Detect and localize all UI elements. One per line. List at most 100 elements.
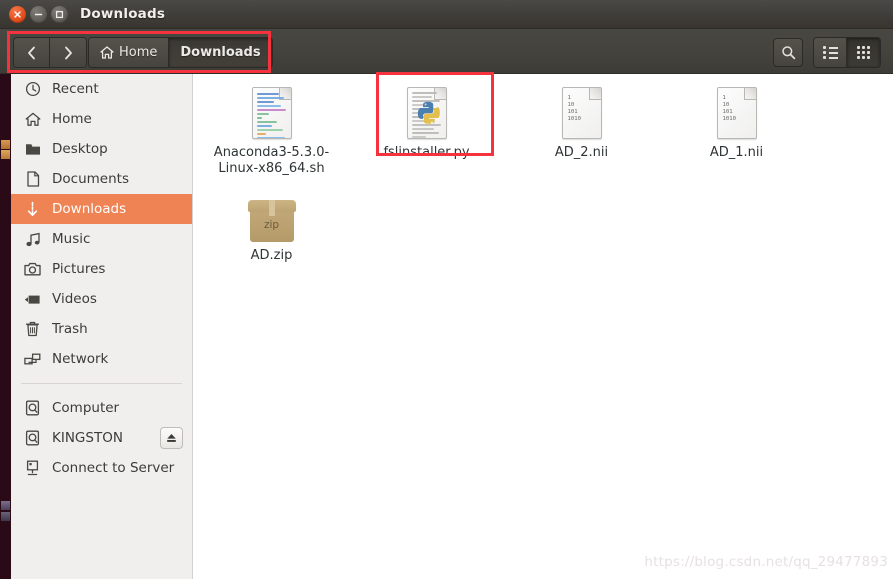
binary-line: 1010 <box>722 116 736 122</box>
sidebar-label-trash: Trash <box>52 321 88 337</box>
unity-launcher-strip[interactable] <box>0 28 11 579</box>
binary-file-icon: 1 10 101 1010 <box>716 87 757 139</box>
sidebar-item-home[interactable]: Home <box>11 104 192 134</box>
archive-icon: zip <box>247 198 296 242</box>
watermark-text: https://blog.csdn.net/qq_29477893 <box>644 554 888 570</box>
launcher-icon-4[interactable] <box>1 512 10 521</box>
launcher-icon-2[interactable] <box>1 150 10 159</box>
file-name-label: AD_2.nii <box>554 145 609 160</box>
breadcrumb-label-downloads: Downloads <box>180 45 261 60</box>
forward-button[interactable] <box>50 38 86 67</box>
binary-line: 101 <box>567 109 578 115</box>
sidebar-label-home: Home <box>52 111 92 127</box>
file-name-label: Anaconda3-5.3.0-Linux-x86_64.sh <box>213 145 330 176</box>
binary-line: 10 <box>567 102 575 108</box>
grid-view-icon[interactable] <box>847 38 880 67</box>
breadcrumb: Home Downloads <box>88 37 273 68</box>
view-mode-toggle <box>813 37 881 68</box>
sidebar-item-music[interactable]: Music <box>11 224 192 254</box>
sidebar-divider <box>21 383 182 384</box>
sidebar-label-kingston: KINGSTON <box>52 430 123 446</box>
clock-icon <box>24 81 41 98</box>
toolbar-right-group <box>773 37 881 68</box>
network-icon <box>24 351 41 368</box>
archive-type-label: zip <box>263 219 280 231</box>
breadcrumb-item-home[interactable]: Home <box>89 38 170 67</box>
title-bar: Downloads <box>0 0 893 29</box>
sidebar-item-downloads[interactable]: Downloads <box>11 194 192 224</box>
window-title: Downloads <box>80 6 166 22</box>
binary-line: 10 <box>722 102 730 108</box>
back-button[interactable] <box>14 38 50 67</box>
binary-line: 1 <box>567 95 571 101</box>
list-view-icon[interactable] <box>814 38 847 67</box>
sidebar-item-trash[interactable]: Trash <box>11 314 192 344</box>
file-icon-wrapper <box>251 83 292 139</box>
sidebar-label-connect-to-server: Connect to Server <box>52 460 175 476</box>
document-icon <box>24 171 41 188</box>
search-icon[interactable] <box>773 38 803 67</box>
file-grid: Anaconda3-5.3.0-Linux-x86_64.sh fslinsta… <box>194 74 893 264</box>
file-icon-wrapper: 1 10 101 1010 <box>561 83 602 139</box>
file-list-view[interactable]: Anaconda3-5.3.0-Linux-x86_64.sh fslinsta… <box>194 74 893 579</box>
file-item[interactable]: fslinstaller.py <box>349 74 504 177</box>
code-lines <box>256 93 288 138</box>
page-fold <box>588 88 601 100</box>
sidebar-item-videos[interactable]: Videos <box>11 284 192 314</box>
file-item[interactable]: 1 10 101 1010 AD_1.nii <box>659 74 814 177</box>
binary-file-icon: 1 10 101 1010 <box>561 87 602 139</box>
binary-line: 1010 <box>567 116 581 122</box>
minimize-icon[interactable] <box>30 6 47 23</box>
home-icon <box>100 46 114 59</box>
sidebar-label-documents: Documents <box>52 171 129 187</box>
sidebar-label-downloads: Downloads <box>52 201 127 217</box>
home-icon <box>24 111 41 128</box>
file-item[interactable]: Anaconda3-5.3.0-Linux-x86_64.sh <box>194 74 349 177</box>
file-name-label: AD.zip <box>250 248 293 263</box>
file-icon-wrapper: 1 10 101 1010 <box>716 83 757 139</box>
camera-icon <box>24 261 41 278</box>
launcher-icon-3[interactable] <box>1 501 10 510</box>
breadcrumb-item-downloads[interactable]: Downloads <box>169 38 272 67</box>
file-manager-window: Downloads Home Downloads Recent Home Des… <box>0 0 893 579</box>
sidebar-label-network: Network <box>52 351 109 367</box>
sidebar-label-computer: Computer <box>52 400 120 416</box>
sidebar-item-network[interactable]: Network <box>11 344 192 374</box>
page-fold <box>743 88 756 100</box>
file-item[interactable]: zip AD.zip <box>194 177 349 264</box>
download-icon <box>24 201 41 218</box>
file-item[interactable]: 1 10 101 1010 AD_2.nii <box>504 74 659 177</box>
sidebar-item-connect-to-server[interactable]: Connect to Server <box>11 453 192 483</box>
binary-lines: 1 10 101 1010 <box>568 95 581 123</box>
close-icon[interactable] <box>9 6 26 23</box>
sidebar-item-recent[interactable]: Recent <box>11 74 192 104</box>
file-icon-wrapper <box>406 83 447 139</box>
music-icon <box>24 231 41 248</box>
eject-button[interactable] <box>160 427 183 449</box>
breadcrumb-label-home: Home <box>119 45 158 60</box>
sidebar-label-music: Music <box>52 231 91 247</box>
video-icon <box>24 291 41 308</box>
maximize-icon[interactable] <box>51 6 68 23</box>
binary-lines: 1 10 101 1010 <box>723 95 736 123</box>
sidebar-item-kingston[interactable]: KINGSTON <box>11 423 192 453</box>
file-icon-wrapper: zip <box>247 186 296 242</box>
launcher-icon-1[interactable] <box>1 140 10 149</box>
server-icon <box>24 460 41 477</box>
sidebar-item-computer[interactable]: Computer <box>11 393 192 423</box>
python-logo-icon <box>417 101 440 124</box>
sidebar-item-documents[interactable]: Documents <box>11 164 192 194</box>
sidebar-item-pictures[interactable]: Pictures <box>11 254 192 284</box>
binary-line: 1 <box>722 95 726 101</box>
file-name-label: fslinstaller.py <box>383 145 470 160</box>
sidebar: Recent Home Desktop Documents Downloads … <box>11 74 193 579</box>
sidebar-label-videos: Videos <box>52 291 97 307</box>
binary-line: 101 <box>722 109 733 115</box>
sidebar-label-desktop: Desktop <box>52 141 108 157</box>
window-controls <box>9 6 68 23</box>
shell-script-icon <box>251 87 292 139</box>
folder-icon <box>24 141 41 158</box>
sidebar-label-pictures: Pictures <box>52 261 106 277</box>
file-name-label: AD_1.nii <box>709 145 764 160</box>
sidebar-item-desktop[interactable]: Desktop <box>11 134 192 164</box>
